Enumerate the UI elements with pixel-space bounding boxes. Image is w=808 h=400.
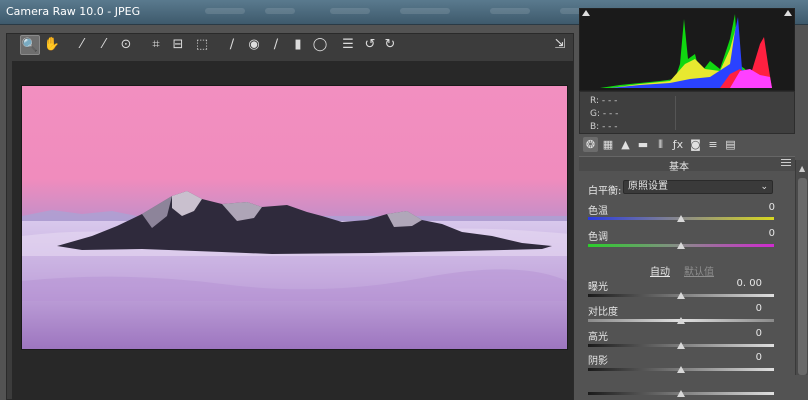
histogram (579, 8, 795, 91)
highlights-slider-thumb[interactable] (677, 342, 685, 349)
zoom-icon[interactable]: 🔍 (20, 35, 40, 55)
white-balance-value: 原照设置 (628, 181, 668, 192)
rotate-cw-icon[interactable]: ↻ (380, 35, 400, 55)
mountain-photo (22, 86, 567, 349)
sliders-icon[interactable]: ≡ (706, 137, 721, 152)
auto-link[interactable]: 自动 (650, 263, 670, 278)
temperature-label: 色温 (588, 206, 608, 217)
contrast-value[interactable]: 0 (720, 303, 762, 314)
transform-icon[interactable]: ⬚ (192, 35, 212, 55)
default-link[interactable]: 默认值 (684, 263, 714, 278)
chevron-down-icon: ⌄ (760, 182, 768, 192)
title-bar-decoration (205, 8, 245, 14)
radial-filter-icon[interactable]: ◯ (310, 35, 330, 55)
title-bar-decoration (265, 8, 295, 14)
shadows-label: 阴影 (588, 356, 608, 367)
panel-scrollbar[interactable]: ▲ (795, 160, 808, 375)
split-icon[interactable]: ▬ (636, 137, 651, 152)
graduated-filter-icon[interactable]: ▮ (288, 35, 308, 55)
exposure-value[interactable]: 0. 00 (720, 278, 762, 289)
temperature-value[interactable]: 0 (735, 202, 775, 213)
histogram-graph (600, 14, 772, 88)
highlights-value[interactable]: 0 (720, 328, 762, 339)
rotate-ccw-icon[interactable]: ↺ (360, 35, 380, 55)
scroll-up-icon[interactable]: ▲ (799, 164, 805, 173)
whites-slider-thumb[interactable] (677, 390, 685, 397)
preferences-icon[interactable]: ☰ (338, 35, 358, 55)
lens-icon[interactable]: ⦀ (653, 137, 668, 152)
contrast-slider-thumb[interactable] (677, 317, 685, 324)
exposure-slider-thumb[interactable] (677, 292, 685, 299)
color-sampler-icon[interactable]: ⁄ (94, 35, 114, 55)
readout-r: R: - - - (590, 96, 618, 106)
title-bar-decoration (330, 8, 370, 14)
readout-b: B: - - - (590, 122, 618, 132)
adjustment-brush-icon[interactable]: ∕ (266, 35, 286, 55)
targeted-adjust-icon[interactable]: ⊙ (116, 35, 136, 55)
contrast-label: 对比度 (588, 307, 618, 318)
shadows-value[interactable]: 0 (720, 352, 762, 363)
tint-label: 色调 (588, 232, 608, 243)
white-balance-label: 白平衡: (588, 186, 622, 197)
preview-image (21, 85, 568, 350)
highlights-label: 高光 (588, 332, 608, 343)
rgb-readout: R: - - - G: - - - B: - - - (579, 91, 795, 134)
fullscreen-icon[interactable]: ⇲ (550, 35, 570, 55)
white-balance-icon[interactable]: ⁄ (72, 35, 92, 55)
straighten-icon[interactable]: ⊟ (168, 35, 188, 55)
mountain-icon[interactable]: ▲ (618, 137, 633, 152)
readout-divider (675, 96, 676, 130)
readout-g: G: - - - (590, 109, 619, 119)
spot-removal-icon[interactable]: ∕ (222, 35, 242, 55)
panel-header: 基本 (579, 156, 795, 173)
scrollbar-thumb[interactable] (798, 178, 807, 375)
presets-icon[interactable]: ▤ (723, 137, 738, 152)
camera-icon[interactable]: ◙ (688, 137, 703, 152)
tint-slider-thumb[interactable] (677, 242, 685, 249)
aperture-icon[interactable]: ❂ (583, 137, 598, 152)
white-balance-dropdown[interactable]: 原照设置 ⌄ (623, 180, 773, 194)
temperature-slider-thumb[interactable] (677, 215, 685, 222)
crop-icon[interactable]: ⌗ (146, 35, 166, 55)
hand-icon[interactable]: ✋ (42, 35, 62, 55)
shadow-clipping-warning-icon[interactable] (582, 10, 590, 16)
tint-value[interactable]: 0 (735, 228, 775, 239)
grid-icon[interactable]: ▦ (601, 137, 616, 152)
title-bar-decoration (400, 8, 450, 14)
panel-tabs: ❂ ▦ ▲ ▬ ⦀ ƒx ◙ ≡ ▤ (579, 137, 795, 154)
shadows-slider-thumb[interactable] (677, 366, 685, 373)
red-eye-icon[interactable]: ◉ (244, 35, 264, 55)
highlight-clipping-warning-icon[interactable] (784, 10, 792, 16)
title-bar-decoration (490, 8, 530, 14)
panel-menu-icon[interactable] (781, 159, 791, 167)
fx-icon[interactable]: ƒx (671, 137, 686, 152)
exposure-label: 曝光 (588, 282, 608, 293)
window-title: Camera Raw 10.0 - JPEG (6, 5, 141, 18)
